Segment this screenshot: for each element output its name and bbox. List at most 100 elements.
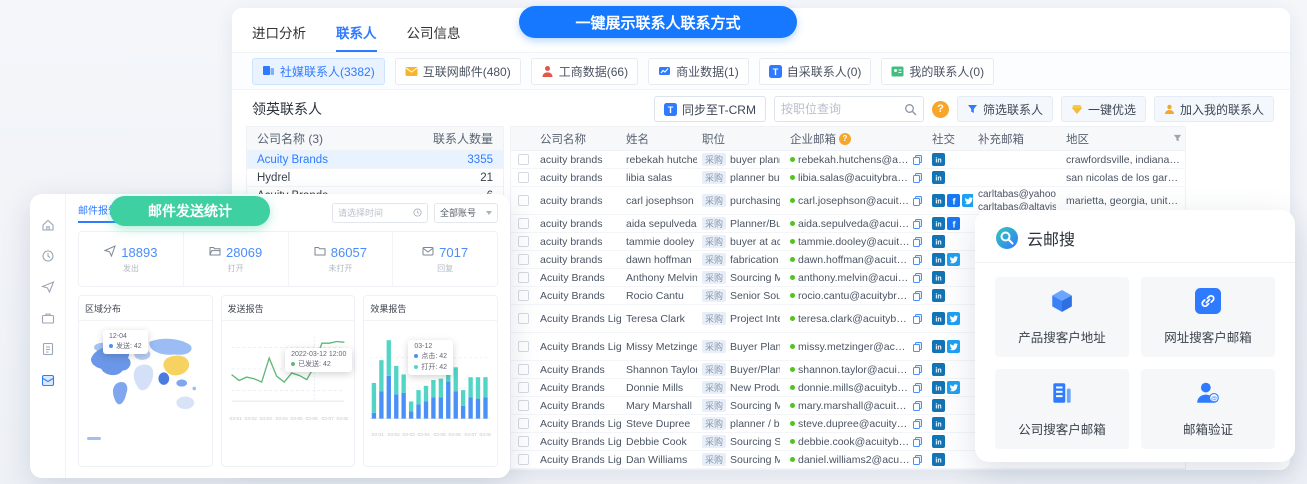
row-checkbox[interactable] [518, 400, 529, 411]
email-cell: carl.josephson@acuitybrands.com [785, 195, 927, 207]
copy-icon[interactable] [913, 255, 922, 265]
cloud-tile[interactable]: 网址搜客户邮箱 [1141, 277, 1275, 357]
source-chip[interactable]: T 自采联系人(0) [759, 58, 872, 85]
linkedin-icon[interactable]: in [932, 153, 945, 166]
table-row[interactable]: acuity brands rebekah hutchens 采购 buyer … [511, 151, 1185, 169]
add-to-my-contacts-button[interactable]: 加入我的联系人 [1154, 96, 1274, 122]
row-checkbox[interactable] [518, 454, 529, 465]
copy-icon[interactable] [913, 237, 922, 247]
email-help-icon[interactable]: ? [839, 133, 851, 145]
twitter-icon[interactable] [947, 253, 960, 266]
row-checkbox[interactable] [518, 290, 529, 301]
region-map-chart[interactable]: 区域分布 [78, 295, 213, 467]
row-checkbox[interactable] [518, 272, 529, 283]
one-click-optimize-button[interactable]: 一键优选 [1061, 96, 1146, 122]
source-chip[interactable]: 工商数据(66) [531, 58, 638, 85]
filter-contacts-button[interactable]: 筛选联系人 [957, 96, 1053, 122]
linkedin-icon[interactable]: in [932, 217, 945, 230]
search-input[interactable] [781, 102, 900, 116]
row-checkbox[interactable] [518, 382, 529, 393]
linkedin-icon[interactable]: in [932, 271, 945, 284]
row-checkbox[interactable] [518, 436, 529, 447]
copy-icon[interactable] [913, 401, 922, 411]
twitter-icon[interactable] [947, 312, 960, 325]
linkedin-icon[interactable]: in [932, 363, 945, 376]
linkedin-icon[interactable]: in [932, 399, 945, 412]
linkedin-icon[interactable]: in [932, 235, 945, 248]
row-checkbox[interactable] [518, 254, 529, 265]
send-report-chart[interactable]: 发送报告 03-0103-0203-0303-0403-0503-0603-07… [221, 295, 356, 467]
date-picker[interactable]: 请选择时间 [332, 203, 428, 223]
row-checkbox[interactable] [518, 341, 529, 352]
twitter-icon[interactable] [947, 381, 960, 394]
tab-contacts[interactable]: 联系人 [336, 22, 377, 52]
cloud-tile[interactable]: 公司搜客户邮箱 [995, 369, 1129, 449]
history-clock-icon[interactable] [41, 249, 55, 263]
cloud-tile[interactable]: @ 邮箱验证 [1141, 369, 1275, 449]
copy-icon[interactable] [913, 342, 922, 352]
linkedin-icon[interactable]: in [932, 435, 945, 448]
tab-company-info[interactable]: 公司信息 [407, 22, 461, 52]
row-checkbox[interactable] [518, 418, 529, 429]
copy-icon[interactable] [913, 365, 922, 375]
cloud-tile[interactable]: 产品搜客户地址 [995, 277, 1129, 357]
source-chip[interactable]: 我的联系人(0) [881, 58, 994, 85]
row-checkbox[interactable] [518, 154, 529, 165]
map-zoom-control[interactable] [87, 437, 101, 440]
facebook-icon[interactable]: f [947, 217, 960, 230]
copy-icon[interactable] [913, 419, 922, 429]
copy-icon[interactable] [913, 437, 922, 447]
copy-icon[interactable] [913, 455, 922, 465]
linkedin-icon[interactable]: in [932, 340, 945, 353]
line-x-labels: 03-0103-0203-0303-0403-0503-0603-0703-08… [228, 416, 349, 422]
tab-import-analysis[interactable]: 进口分析 [252, 22, 306, 52]
help-badge-icon[interactable]: ? [932, 101, 949, 118]
home-icon[interactable] [41, 218, 55, 232]
send-plane-icon[interactable] [41, 280, 55, 294]
cloud-search-logo-icon [995, 226, 1019, 250]
show-contact-methods-pill[interactable]: 一键展示联系人联系方式 [519, 6, 797, 38]
sync-tcrm-button[interactable]: T 同步至T-CRM [654, 96, 766, 122]
copy-icon[interactable] [913, 273, 922, 283]
copy-icon[interactable] [913, 173, 922, 183]
account-select[interactable]: 全部账号 [434, 203, 498, 223]
copy-icon[interactable] [913, 383, 922, 393]
twitter-icon[interactable] [962, 194, 973, 207]
linkedin-icon[interactable]: in [932, 312, 945, 325]
row-checkbox[interactable] [518, 195, 529, 206]
row-checkbox[interactable] [518, 172, 529, 183]
company-row[interactable]: Acuity Brands 3355 [247, 151, 503, 169]
linkedin-icon[interactable]: in [932, 194, 945, 207]
briefcase-icon[interactable] [41, 311, 55, 325]
company-pane-header: 公司名称 (3) 联系人数量 [247, 127, 503, 151]
row-checkbox[interactable] [518, 364, 529, 375]
chevron-down-icon [486, 211, 492, 215]
facebook-icon[interactable]: f [947, 194, 960, 207]
source-chip[interactable]: 互联网邮件(480) [395, 58, 521, 85]
linkedin-icon[interactable]: in [932, 453, 945, 466]
name-cell: Shannon Taylor [621, 364, 697, 376]
effect-report-chart[interactable]: 效果报告 03-0103-0203-0303-0403-0503-0603-07… [363, 295, 498, 467]
copy-icon[interactable] [913, 155, 922, 165]
copy-icon[interactable] [913, 291, 922, 301]
copy-icon[interactable] [913, 196, 922, 206]
source-chip[interactable]: 商业数据(1) [648, 58, 749, 85]
company-row[interactable]: Hydrel 21 [247, 169, 503, 187]
row-checkbox[interactable] [518, 236, 529, 247]
row-checkbox[interactable] [518, 313, 529, 324]
report-doc-icon[interactable] [41, 342, 55, 356]
twitter-icon[interactable] [947, 340, 960, 353]
linkedin-icon[interactable]: in [932, 171, 945, 184]
source-chip[interactable]: 社媒联系人(3382) [252, 58, 385, 85]
table-row[interactable]: acuity brands libia salas 采购 planner buy… [511, 169, 1185, 187]
region-filter-icon[interactable] [1173, 134, 1182, 143]
row-checkbox[interactable] [518, 218, 529, 229]
search-icon[interactable] [904, 103, 917, 116]
linkedin-icon[interactable]: in [932, 253, 945, 266]
copy-icon[interactable] [913, 219, 922, 229]
linkedin-icon[interactable]: in [932, 381, 945, 394]
calendar-mail-icon[interactable] [41, 373, 55, 387]
copy-icon[interactable] [913, 314, 922, 324]
linkedin-icon[interactable]: in [932, 417, 945, 430]
linkedin-icon[interactable]: in [932, 289, 945, 302]
